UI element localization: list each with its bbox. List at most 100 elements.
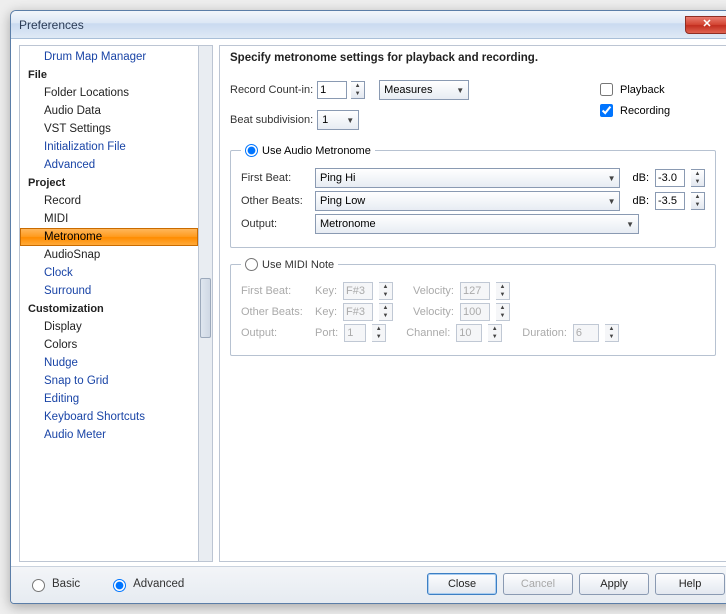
port-label: Port: [315,327,338,339]
footer: Basic Advanced Close Cancel Apply Help [11,566,726,603]
sidebar-item-colors[interactable]: Colors [20,336,198,354]
spinner: ▲▼ [488,324,502,342]
velocity-label: Velocity: [413,306,454,318]
recording-label[interactable]: Recording [620,105,670,117]
sidebar-item-record[interactable]: Record [20,192,198,210]
playback-label[interactable]: Playback [620,84,665,96]
output-label: Output: [241,218,309,230]
basic-radio[interactable] [32,579,45,592]
preferences-window: Preferences ✕ Drum Map ManagerFileFolder… [10,10,726,604]
playback-checkbox-row: Playback [596,80,716,99]
basic-label: Basic [52,578,80,590]
record-countin-input[interactable] [317,81,347,99]
audio-output-combo[interactable]: Metronome ▼ [315,214,639,234]
use-audio-radio[interactable] [245,144,258,157]
sidebar-item-drum-map-manager[interactable]: Drum Map Manager [20,48,198,66]
combo-value: Ping Hi [320,172,355,184]
sidebar-item-metronome[interactable]: Metronome [20,228,198,246]
advanced-radio[interactable] [113,579,126,592]
key-label: Key: [315,306,337,318]
spinner: ▲▼ [605,324,619,342]
db-label: dB: [632,195,649,207]
beat-subdivision-label: Beat subdivision: [230,114,313,126]
cancel-button[interactable]: Cancel [503,573,573,595]
help-button[interactable]: Help [655,573,725,595]
other-beats-combo[interactable]: Ping Low ▼ [315,191,620,211]
record-countin-spinner[interactable]: ▲▼ [351,81,365,99]
sidebar-item-surround[interactable]: Surround [20,282,198,300]
sidebar-item-folder-locations[interactable]: Folder Locations [20,84,198,102]
duration-label: Duration: [522,327,567,339]
combo-value: Measures [384,84,432,96]
close-button[interactable]: Close [427,573,497,595]
basic-mode-radio-row[interactable]: Basic [27,576,80,592]
sidebar-item-audio-data[interactable]: Audio Data [20,102,198,120]
sidebar-item-advanced[interactable]: Advanced [20,156,198,174]
combo-value: Metronome [320,218,376,230]
use-midi-label[interactable]: Use MIDI Note [262,259,334,271]
first-beat-db-input[interactable] [655,169,685,187]
channel-label: Channel: [406,327,450,339]
midi-first-beat-label: First Beat: [241,285,309,297]
sidebar-item-editing[interactable]: Editing [20,390,198,408]
other-beats-db-input[interactable] [655,192,685,210]
spinner: ▲▼ [496,282,510,300]
sidebar-item-keyboard-shortcuts[interactable]: Keyboard Shortcuts [20,408,198,426]
category-sidebar[interactable]: Drum Map ManagerFileFolder LocationsAudi… [19,45,199,562]
sidebar-item-snap-to-grid[interactable]: Snap to Grid [20,372,198,390]
sidebar-item-display[interactable]: Display [20,318,198,336]
midi-port-input [344,324,366,342]
combo-value: 1 [322,114,328,126]
sidebar-item-midi[interactable]: MIDI [20,210,198,228]
beat-subdivision-combo[interactable]: 1 ▼ [317,110,359,130]
other-beats-label: Other Beats: [241,195,309,207]
chevron-down-icon: ▼ [456,86,464,95]
use-audio-label[interactable]: Use Audio Metronome [262,145,371,157]
first-beat-combo[interactable]: Ping Hi ▼ [315,168,620,188]
use-midi-radio[interactable] [245,258,258,271]
panel-heading: Specify metronome settings for playback … [230,52,716,64]
sidebar-item-nudge[interactable]: Nudge [20,354,198,372]
midi-duration-input [573,324,599,342]
midi-fb-key-input [343,282,373,300]
first-beat-db-spinner[interactable]: ▲▼ [691,169,705,187]
sidebar-item-audiosnap[interactable]: AudioSnap [20,246,198,264]
main-panel: Specify metronome settings for playback … [219,45,726,562]
advanced-mode-radio-row[interactable]: Advanced [108,576,184,592]
sidebar-item-audio-meter[interactable]: Audio Meter [20,426,198,444]
key-label: Key: [315,285,337,297]
spinner: ▲▼ [372,324,386,342]
chevron-down-icon: ▼ [608,174,616,183]
midi-ob-key-input [343,303,373,321]
midi-ob-vel-input [460,303,490,321]
spinner: ▲▼ [496,303,510,321]
sidebar-category: File [20,66,198,84]
midi-channel-input [456,324,482,342]
sidebar-item-initialization-file[interactable]: Initialization File [20,138,198,156]
titlebar: Preferences ✕ [11,11,726,39]
sidebar-category: Project [20,174,198,192]
db-label: dB: [632,172,649,184]
apply-button[interactable]: Apply [579,573,649,595]
sidebar-item-clock[interactable]: Clock [20,264,198,282]
sidebar-scrollbar[interactable] [199,45,213,562]
record-countin-unit-combo[interactable]: Measures ▼ [379,80,469,100]
advanced-label: Advanced [133,578,184,590]
spinner: ▲▼ [379,282,393,300]
combo-value: Ping Low [320,195,365,207]
window-close-button[interactable]: ✕ [685,16,726,34]
record-countin-label: Record Count-in: [230,84,313,96]
first-beat-label: First Beat: [241,172,309,184]
chevron-down-icon: ▼ [608,197,616,206]
recording-checkbox[interactable] [600,104,613,117]
window-title: Preferences [19,18,84,32]
recording-checkbox-row: Recording [596,101,716,120]
close-icon: ✕ [702,18,711,30]
midi-note-group: Use MIDI Note First Beat: Key: ▲▼ Veloci… [230,258,716,356]
scrollbar-thumb[interactable] [200,278,211,338]
other-beats-db-spinner[interactable]: ▲▼ [691,192,705,210]
sidebar-item-vst-settings[interactable]: VST Settings [20,120,198,138]
playback-checkbox[interactable] [600,83,613,96]
velocity-label: Velocity: [413,285,454,297]
audio-metronome-group: Use Audio Metronome First Beat: Ping Hi … [230,144,716,248]
